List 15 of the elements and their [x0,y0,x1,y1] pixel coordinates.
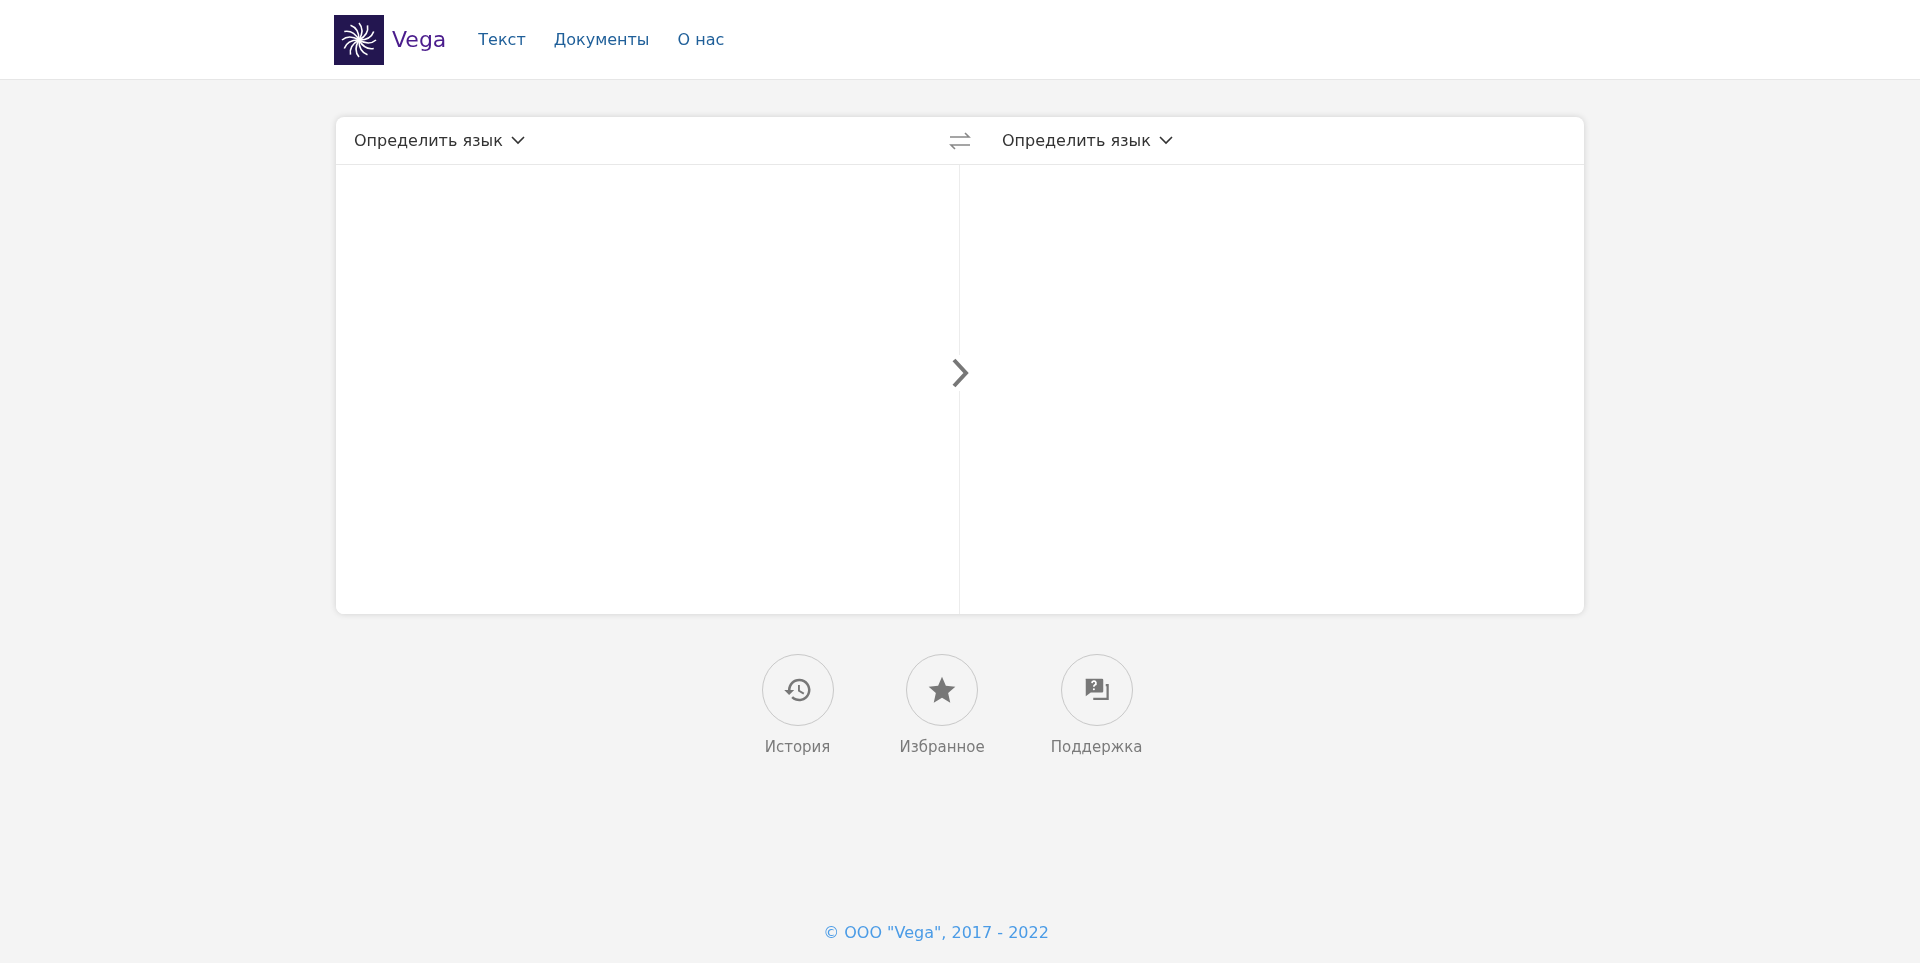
brand-name: Vega [392,26,447,54]
chevron-down-icon [510,136,525,145]
swap-languages-icon[interactable] [948,130,972,151]
logo-icon [334,14,384,65]
nav-link[interactable]: Текст [478,27,526,52]
nav-link[interactable]: Документы [553,27,650,52]
nav-link[interactable]: О нас [677,27,725,52]
source-text-field[interactable] [336,165,960,614]
action-label: Избранное [899,737,985,758]
action-label: История [764,737,831,758]
copyright-text: © ООО "Vega", 2017 - 2022 [823,922,1049,944]
source-language-dropdown[interactable]: Определить язык [354,128,525,153]
target-language-dropdown[interactable]: Определить язык [1002,128,1173,153]
chevron-down-icon [1158,136,1173,145]
action-label: Поддержка [1050,737,1143,758]
